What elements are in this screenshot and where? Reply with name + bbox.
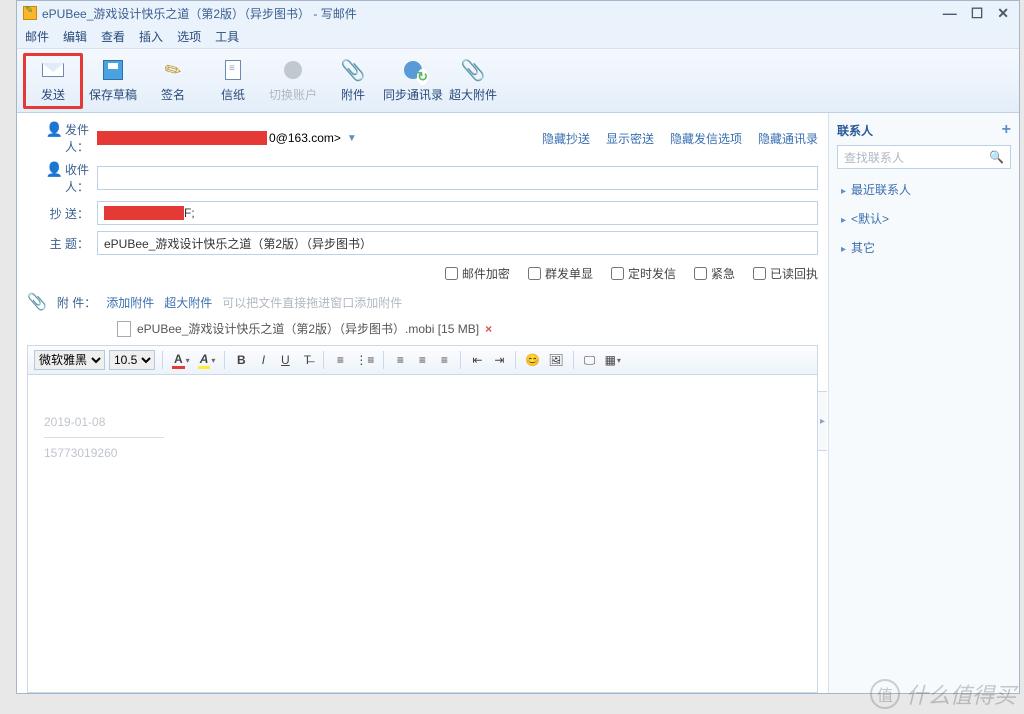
single-send-checkbox[interactable]: 群发单显	[528, 265, 593, 282]
app-icon	[23, 6, 37, 20]
contacts-title: 联系人	[837, 122, 873, 139]
schedule-checkbox[interactable]: 定时发信	[611, 265, 676, 282]
indent-button[interactable]: ⇥	[490, 350, 508, 370]
sender-suffix: 0@163.com>	[269, 131, 341, 145]
highlight-button[interactable]: A▾	[196, 350, 218, 370]
file-icon	[117, 321, 131, 337]
attach-label: 附 件：	[57, 294, 96, 311]
table-button[interactable]: ▦▾	[603, 350, 623, 370]
stationery-button[interactable]: 信纸	[203, 53, 263, 109]
bold-button[interactable]: B	[232, 350, 250, 370]
underline-button[interactable]: U	[276, 350, 294, 370]
signature-button[interactable]: ✎ 签名	[143, 53, 203, 109]
contact-search-input[interactable]: 查找联系人 🔍	[837, 145, 1011, 169]
cc-redacted	[104, 206, 184, 220]
image-button[interactable]: 🖼	[546, 350, 565, 370]
body-date: 2019-01-08	[44, 415, 801, 429]
switch-account-button: 切换账户	[263, 53, 323, 109]
person-icon: 👤	[46, 121, 63, 137]
big-paperclip-icon: 📎	[461, 58, 485, 82]
menu-options[interactable]: 选项	[177, 28, 201, 45]
urgent-checkbox[interactable]: 紧急	[694, 265, 735, 282]
paper-icon	[225, 60, 241, 80]
show-bcc-link[interactable]: 显示密送	[606, 130, 654, 147]
subject-label: 主 题：	[27, 235, 97, 252]
add-contact-button[interactable]: +	[1002, 121, 1011, 139]
compose-pane: 👤发件人： 0@163.com> ▼ 隐藏抄送 显示密送 隐藏发信选项 隐藏通讯…	[17, 113, 829, 693]
toolbar: 发送 保存草稿 ✎ 签名 信纸 切换账户 📎 附件 同步通讯录 📎 超大附件	[17, 49, 1019, 113]
contacts-default[interactable]: <默认>	[837, 204, 1011, 233]
from-label: 发件人：	[65, 123, 89, 154]
paperclip-icon: 📎	[27, 292, 47, 312]
receipt-checkbox[interactable]: 已读回执	[753, 265, 818, 282]
strike-button[interactable]: T̶	[298, 350, 316, 370]
outdent-button[interactable]: ⇤	[468, 350, 486, 370]
menu-tools[interactable]: 工具	[215, 28, 239, 45]
search-icon: 🔍	[989, 150, 1004, 164]
remove-attachment-button[interactable]: ×	[485, 322, 492, 336]
attachment-item: ePUBee_游戏设计快乐之道（第2版）（异步图书）.mobi [15 MB] …	[27, 316, 818, 345]
big-attachment-link[interactable]: 超大附件	[164, 294, 212, 311]
cc-input[interactable]: F;	[97, 201, 818, 225]
font-color-button[interactable]: A▾	[170, 350, 192, 370]
hide-options-link[interactable]: 隐藏发信选项	[670, 130, 742, 147]
emoji-button[interactable]: 😊	[523, 350, 542, 370]
menu-insert[interactable]: 插入	[139, 28, 163, 45]
size-select[interactable]: 10.5	[109, 350, 155, 370]
user-icon	[284, 61, 302, 79]
close-button[interactable]: ✕	[997, 5, 1009, 22]
menu-view[interactable]: 查看	[101, 28, 125, 45]
big-attach-button[interactable]: 📎 超大附件	[443, 53, 503, 109]
cc-label: 抄 送：	[27, 205, 97, 222]
send-options: 邮件加密 群发单显 定时发信 紧急 已读回执	[27, 261, 818, 286]
unordered-list-button[interactable]: ⋮≡	[353, 350, 376, 370]
sender-dropdown[interactable]: ▼	[347, 133, 357, 144]
contacts-recent[interactable]: 最近联系人	[837, 175, 1011, 204]
sync-icon	[404, 61, 422, 79]
collapse-handle[interactable]: ▸	[817, 391, 827, 451]
editor-body[interactable]: 2019-01-08 15773019260	[27, 375, 818, 693]
to-input[interactable]	[97, 166, 818, 190]
menu-edit[interactable]: 编辑	[63, 28, 87, 45]
screenshot-button[interactable]: 🖵	[581, 350, 599, 370]
envelope-icon	[42, 63, 64, 77]
italic-button[interactable]: I	[254, 350, 272, 370]
hide-contacts-link[interactable]: 隐藏通讯录	[758, 130, 818, 147]
title-bar: ePUBee_游戏设计快乐之道（第2版）（异步图书） - 写邮件 — ☐ ✕	[17, 1, 1019, 25]
font-select[interactable]: 微软雅黑	[34, 350, 105, 370]
sync-contacts-button[interactable]: 同步通讯录	[383, 53, 443, 109]
body-signature: 15773019260	[44, 446, 801, 460]
attach-button[interactable]: 📎 附件	[323, 53, 383, 109]
subject-input[interactable]: ePUBee_游戏设计快乐之道（第2版）（异步图书）	[97, 231, 818, 255]
align-left-button[interactable]: ≡	[391, 350, 409, 370]
send-button[interactable]: 发送	[23, 53, 83, 109]
attachment-filename: ePUBee_游戏设计快乐之道（第2版）（异步图书）.mobi [15 MB]	[137, 320, 479, 337]
to-label: 收件人：	[65, 163, 89, 194]
menu-bar: 邮件 编辑 查看 插入 选项 工具	[17, 25, 1019, 49]
window-title: ePUBee_游戏设计快乐之道（第2版）（异步图书） - 写邮件	[42, 5, 357, 22]
minimize-button[interactable]: —	[943, 5, 957, 22]
ordered-list-button[interactable]: ≡	[331, 350, 349, 370]
attach-hint: 可以把文件直接拖进窗口添加附件	[222, 294, 402, 311]
menu-mail[interactable]: 邮件	[25, 28, 49, 45]
editor-toolbar: 微软雅黑 10.5 A▾ A▾ B I U T̶ ≡ ⋮≡ ≡ ≡ ≡ ⇤ ⇥	[27, 345, 818, 375]
add-attachment-link[interactable]: 添加附件	[106, 294, 154, 311]
sender-redacted	[97, 131, 267, 145]
pen-icon: ✎	[157, 54, 190, 87]
align-center-button[interactable]: ≡	[413, 350, 431, 370]
contacts-other[interactable]: 其它	[837, 233, 1011, 262]
paperclip-icon: 📎	[341, 58, 365, 82]
contacts-pane: 联系人 + 查找联系人 🔍 最近联系人 <默认> 其它	[829, 113, 1019, 693]
person-icon: 👤	[46, 161, 63, 177]
encrypt-checkbox[interactable]: 邮件加密	[445, 265, 510, 282]
save-draft-button[interactable]: 保存草稿	[83, 53, 143, 109]
align-right-button[interactable]: ≡	[435, 350, 453, 370]
maximize-button[interactable]: ☐	[971, 5, 984, 22]
hide-cc-link[interactable]: 隐藏抄送	[542, 130, 590, 147]
save-icon	[103, 60, 123, 80]
